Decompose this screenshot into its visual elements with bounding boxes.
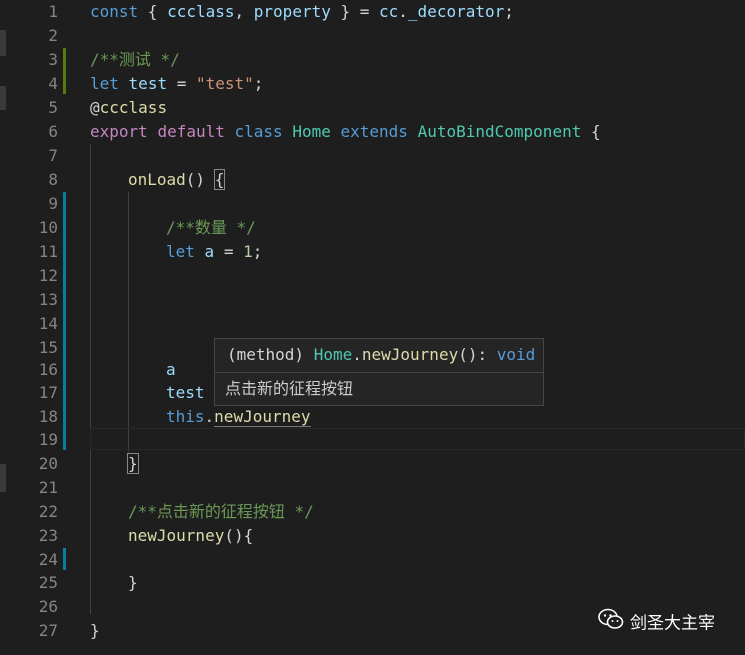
line-number: 27 — [38, 621, 58, 640]
code-line[interactable]: 12 — [0, 264, 745, 288]
code-line[interactable]: 23 newJourney(){ — [0, 524, 745, 548]
line-number: 25 — [38, 573, 58, 592]
line-number: 18 — [38, 407, 58, 426]
line-number: 24 — [38, 550, 58, 569]
code-line[interactable]: 3 /**测试 */ — [0, 48, 745, 72]
line-number: 19 — [38, 430, 58, 449]
watermark: 剑圣大主宰 — [598, 608, 715, 636]
code-text[interactable]: export default class Home extends AutoBi… — [90, 120, 601, 144]
hover-tooltip: (method) Home.newJourney(): void 点击新的征程按… — [214, 338, 544, 406]
code-text[interactable]: test — [166, 381, 205, 405]
code-text[interactable]: } — [128, 571, 138, 595]
line-number: 6 — [48, 122, 58, 141]
code-line[interactable]: 7 — [0, 144, 745, 168]
code-line[interactable]: 24 — [0, 548, 745, 572]
code-comment[interactable]: /**测试 */ — [90, 48, 180, 72]
line-number: 15 — [38, 338, 58, 357]
code-line[interactable]: 19 — [0, 428, 745, 452]
code-line[interactable]: 13 — [0, 288, 745, 312]
code-text[interactable]: @ccclass — [90, 96, 167, 120]
line-number: 2 — [48, 26, 58, 45]
code-line[interactable]: 21 — [0, 476, 745, 500]
hover-documentation: 点击新的征程按钮 — [225, 379, 354, 398]
code-text[interactable]: const { ccclass, property } = cc._decora… — [90, 0, 514, 24]
line-number: 22 — [38, 502, 58, 521]
line-number: 20 — [38, 454, 58, 473]
line-number: 3 — [48, 50, 58, 69]
line-number: 1 — [48, 2, 58, 21]
code-editor[interactable]: 1 const { ccclass, property } = cc._deco… — [0, 0, 745, 655]
watermark-text: 剑圣大主宰 — [630, 613, 715, 634]
line-number: 26 — [38, 597, 58, 616]
code-text[interactable]: this.newJourney — [166, 405, 311, 429]
line-number: 10 — [38, 218, 58, 237]
matched-bracket: { — [213, 169, 226, 190]
line-number: 7 — [48, 146, 58, 165]
wechat-icon — [598, 608, 624, 639]
code-text[interactable]: onLoad() { — [128, 168, 226, 192]
code-text[interactable]: let a = 1; — [166, 240, 262, 264]
line-number: 14 — [38, 314, 58, 333]
code-line[interactable]: 18 this.newJourney — [0, 405, 745, 429]
code-line[interactable]: 20 } — [0, 452, 745, 476]
line-number: 13 — [38, 290, 58, 309]
line-number: 23 — [38, 526, 58, 545]
code-line[interactable]: 2 — [0, 24, 745, 48]
code-line[interactable]: 14 — [0, 312, 745, 336]
code-line[interactable]: 10 /**数量 */ — [0, 216, 745, 240]
code-line[interactable]: 8 onLoad() { — [0, 168, 745, 192]
code-line[interactable]: 22 /**点击新的征程按钮 */ — [0, 500, 745, 524]
line-number: 5 — [48, 98, 58, 117]
code-line[interactable]: 11 let a = 1; — [0, 240, 745, 264]
code-text[interactable]: a — [166, 358, 176, 382]
line-number: 9 — [48, 194, 58, 213]
line-number: 11 — [38, 242, 58, 261]
line-number: 16 — [38, 360, 58, 379]
line-number: 17 — [38, 383, 58, 402]
code-line[interactable]: 1 const { ccclass, property } = cc._deco… — [0, 0, 745, 24]
line-number: 21 — [38, 478, 58, 497]
line-number: 12 — [38, 266, 58, 285]
hover-signature: (method) Home.newJourney(): void — [227, 345, 536, 364]
hover-divider — [215, 372, 543, 373]
code-line[interactable]: 5 @ccclass — [0, 96, 745, 120]
code-text[interactable]: } — [90, 619, 100, 643]
code-line[interactable]: 4 let test = "test"; — [0, 72, 745, 96]
code-line[interactable]: 9 — [0, 192, 745, 216]
code-comment[interactable]: /**点击新的征程按钮 */ — [128, 500, 314, 524]
code-comment[interactable]: /**数量 */ — [166, 216, 256, 240]
code-line[interactable]: 25 } — [0, 571, 745, 595]
code-text[interactable]: let test = "test"; — [90, 72, 263, 96]
line-number: 8 — [48, 170, 58, 189]
code-text[interactable]: newJourney(){ — [128, 524, 253, 548]
code-line[interactable]: 6 export default class Home extends Auto… — [0, 120, 745, 144]
matched-bracket[interactable]: } — [127, 452, 139, 476]
line-number: 4 — [48, 74, 58, 93]
